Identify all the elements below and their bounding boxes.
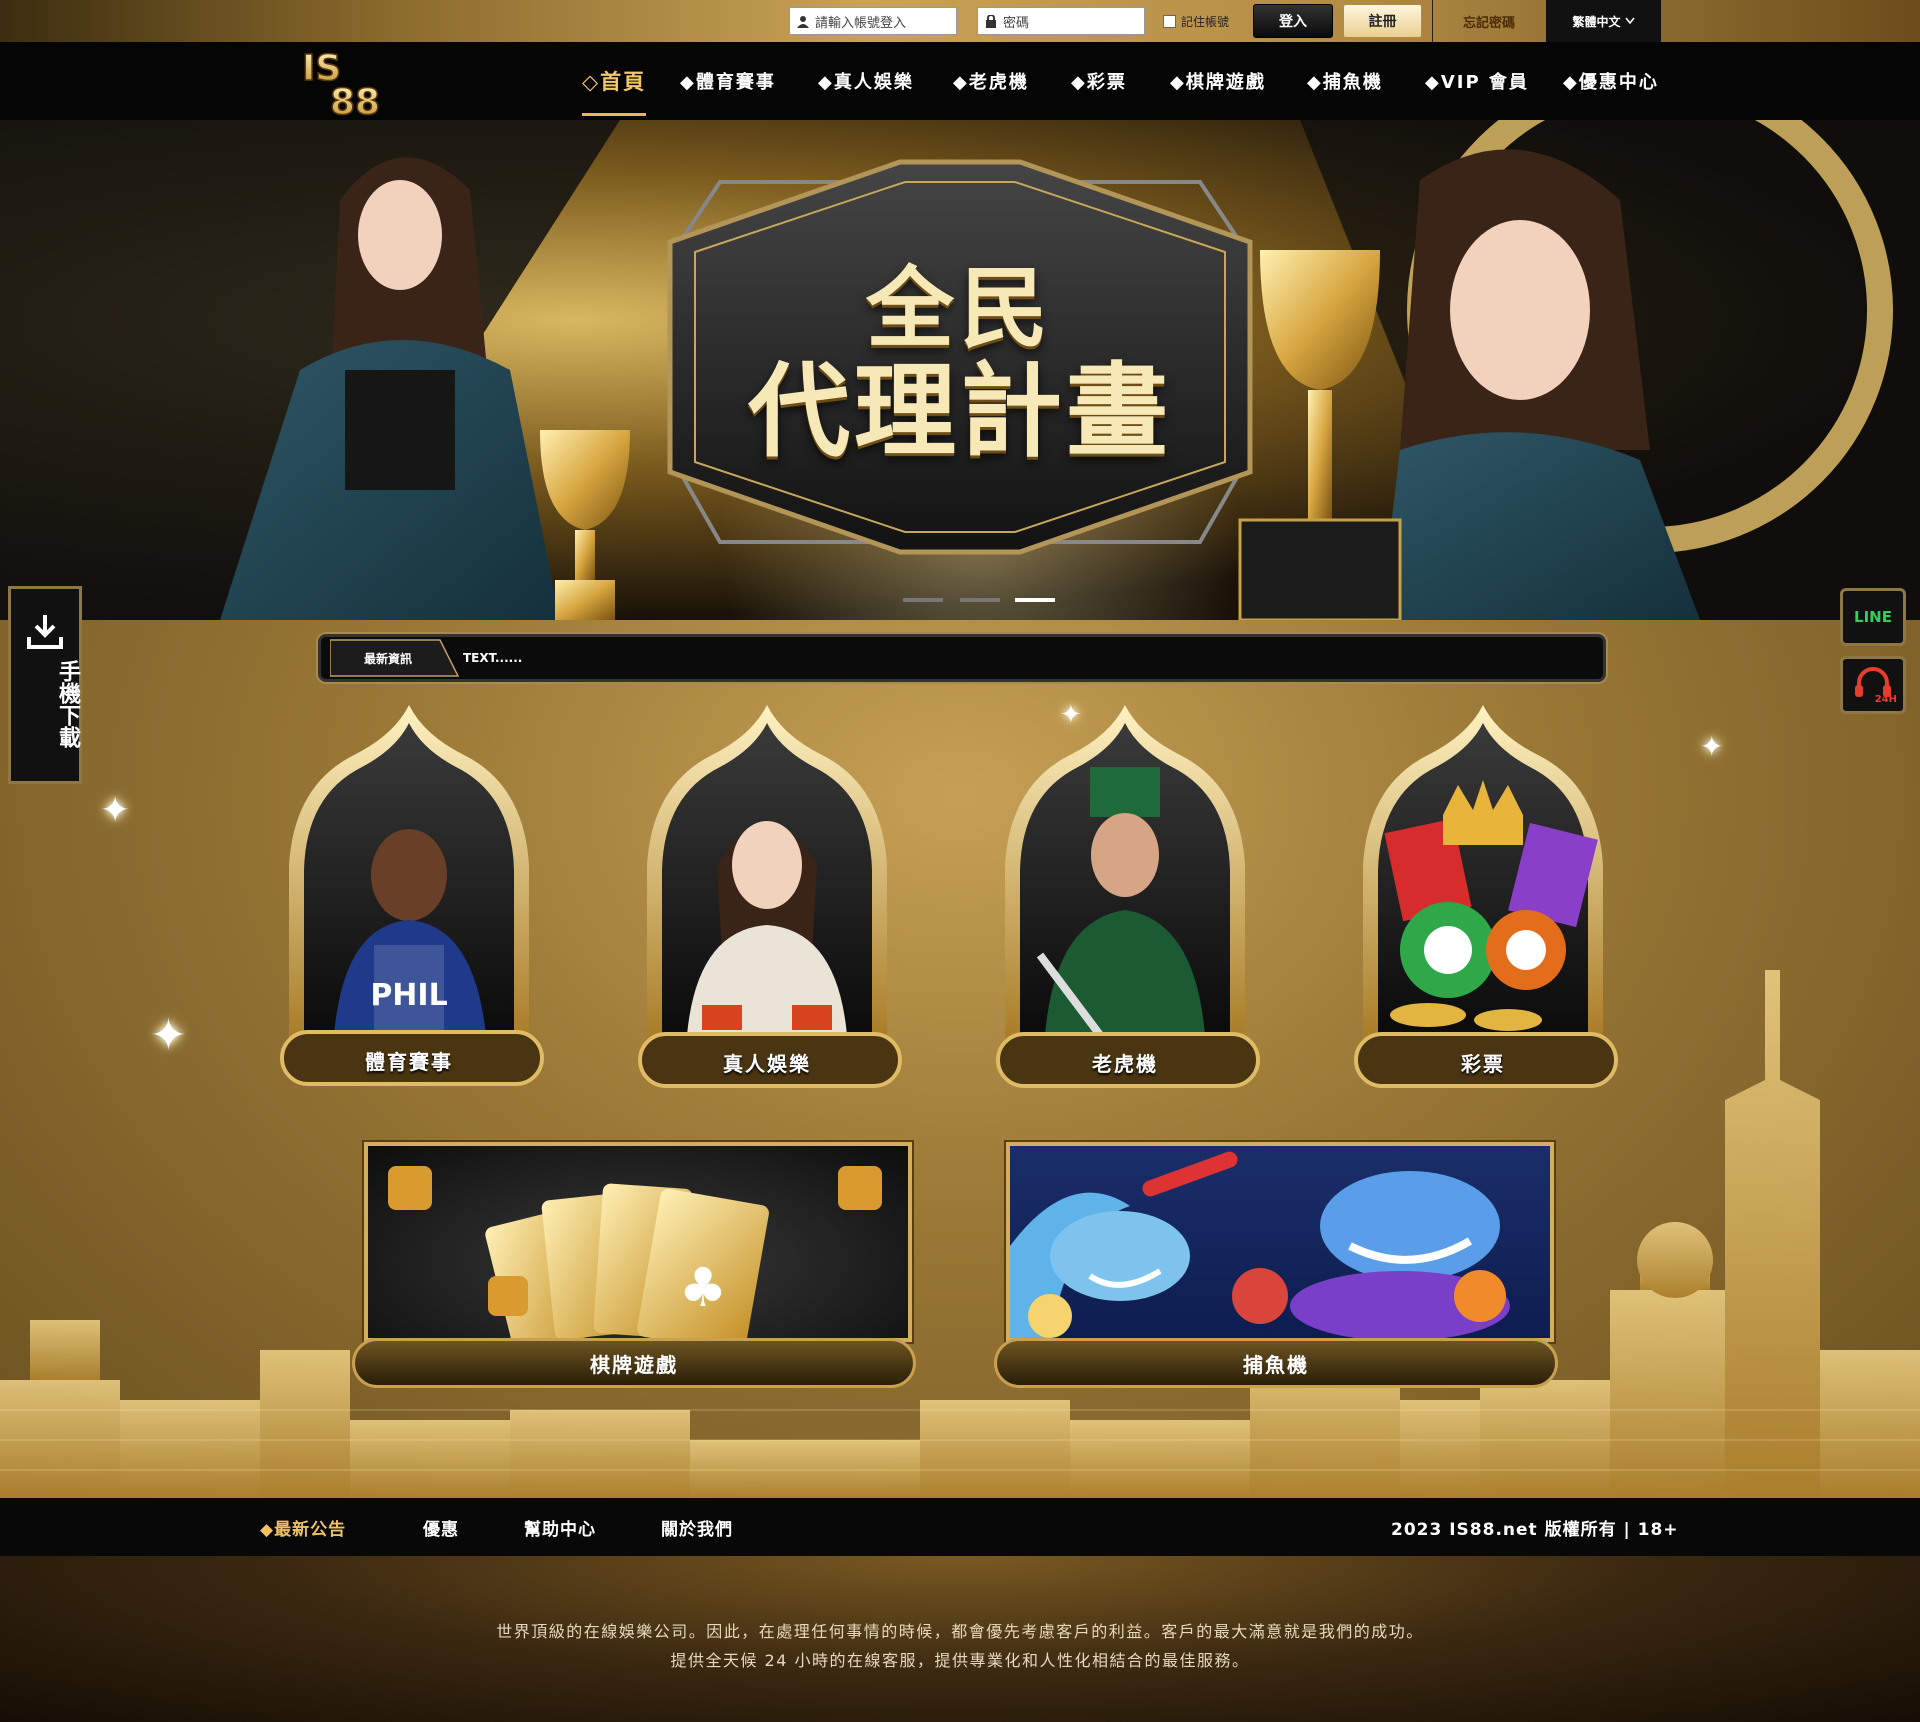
news-text[interactable]: TEXT...... [463,640,522,676]
chevron-down-icon [1624,14,1635,28]
sparkle-icon: ✦ [1700,730,1724,763]
nav-fishing[interactable]: ◆捕魚機 [1307,42,1383,120]
nav-live-casino[interactable]: ◆真人娛樂 [818,42,914,120]
password-placeholder: 密碼 [1003,15,1030,31]
slide-indicator[interactable] [903,598,943,602]
lock-icon [984,14,998,28]
nav-sports[interactable]: ◆體育賽事 [680,42,776,120]
line-button[interactable]: LINE [1840,588,1906,646]
mobile-download-label[interactable]: 手機下載 [8,660,82,748]
svg-text:PHIL: PHIL [370,978,447,1013]
fishing-label[interactable]: 捕魚機 [994,1338,1558,1388]
svg-text:88: 88 [330,82,380,120]
footer-link-help[interactable]: 幫助中心 [524,1498,596,1556]
language-select[interactable]: 繁體中文 [1546,0,1661,42]
remember-account[interactable]: 記住帳號 [1163,13,1229,30]
login-button[interactable]: 登入 [1253,4,1333,38]
footer-description-line1: 世界頂級的在線娛樂公司。因此，在處理任何事情的時候，都會優先考慮客戶的利益。客戶… [496,1622,1424,1641]
remember-checkbox[interactable] [1163,15,1176,28]
forgot-password-link[interactable]: 忘記密碼 [1434,0,1544,42]
footer-link-announcements[interactable]: ◆最新公告 [260,1498,346,1556]
sparkle-icon: ✦ [150,1010,187,1061]
category-label-live-casino-text[interactable]: 真人娛樂 [626,1040,908,1084]
category-label-lottery-text[interactable]: 彩票 [1342,1040,1624,1084]
card-game-illustration: ♣ [388,1166,882,1354]
nav-card-games[interactable]: ◆棋牌遊戲 [1170,42,1266,120]
nav-lottery[interactable]: ◆彩票 [1071,42,1127,120]
slide-indicator-active[interactable] [1015,598,1055,602]
password-field[interactable]: 密碼 [977,7,1145,35]
remember-label: 記住帳號 [1181,15,1230,29]
card-game-banner[interactable]: ♣ [364,1142,912,1354]
slide-indicator[interactable] [960,598,1000,602]
site-logo[interactable]: IS 88 [300,42,400,124]
banner-title-line2: 代理計畫 [748,352,1172,472]
username-field[interactable]: 請輸入帳號登入 [789,7,957,35]
divider [1432,0,1433,42]
hero-banner[interactable]: 全民 代理計畫 [0,120,1920,620]
footer-link-promotions[interactable]: 優惠 [423,1498,459,1556]
register-button[interactable]: 註冊 [1343,4,1422,38]
category-label-sports-text[interactable]: 體育賽事 [268,1038,550,1082]
news-label: 最新資訊 [363,651,412,666]
support-24h-badge: 24H [1874,694,1897,705]
user-icon [796,14,810,28]
svg-text:♣: ♣ [679,1256,727,1319]
fishing-banner[interactable] [1006,1142,1554,1342]
copyright: 2023 IS88.net 版權所有 | 18+ [1391,1519,1679,1540]
category-label-slots-text[interactable]: 老虎機 [984,1040,1266,1084]
nav-slots[interactable]: ◆老虎機 [953,42,1029,120]
footer-link-about[interactable]: 關於我們 [661,1498,733,1556]
sparkle-icon: ✦ [100,790,131,831]
nav-promotions[interactable]: ◆優惠中心 [1563,42,1659,120]
card-game-label[interactable]: 棋牌遊戲 [352,1338,916,1388]
footer-description-line2: 提供全天候 24 小時的在線客服，提供專業化和人性化相結合的最佳服務。 [670,1651,1250,1670]
download-icon [27,615,63,649]
nav-vip[interactable]: ◆VIP 會員 [1425,42,1529,120]
top-login-bar: 請輸入帳號登入 密碼 記住帳號 登入 註冊 忘記密碼 繁體中文 [0,0,1920,42]
nav-home[interactable]: ◇首頁 [582,42,647,120]
support-button[interactable]: 24H [1840,656,1906,714]
language-label: 繁體中文 [1572,14,1621,29]
fishing-illustration [1010,1151,1510,1341]
username-placeholder: 請輸入帳號登入 [815,15,907,31]
